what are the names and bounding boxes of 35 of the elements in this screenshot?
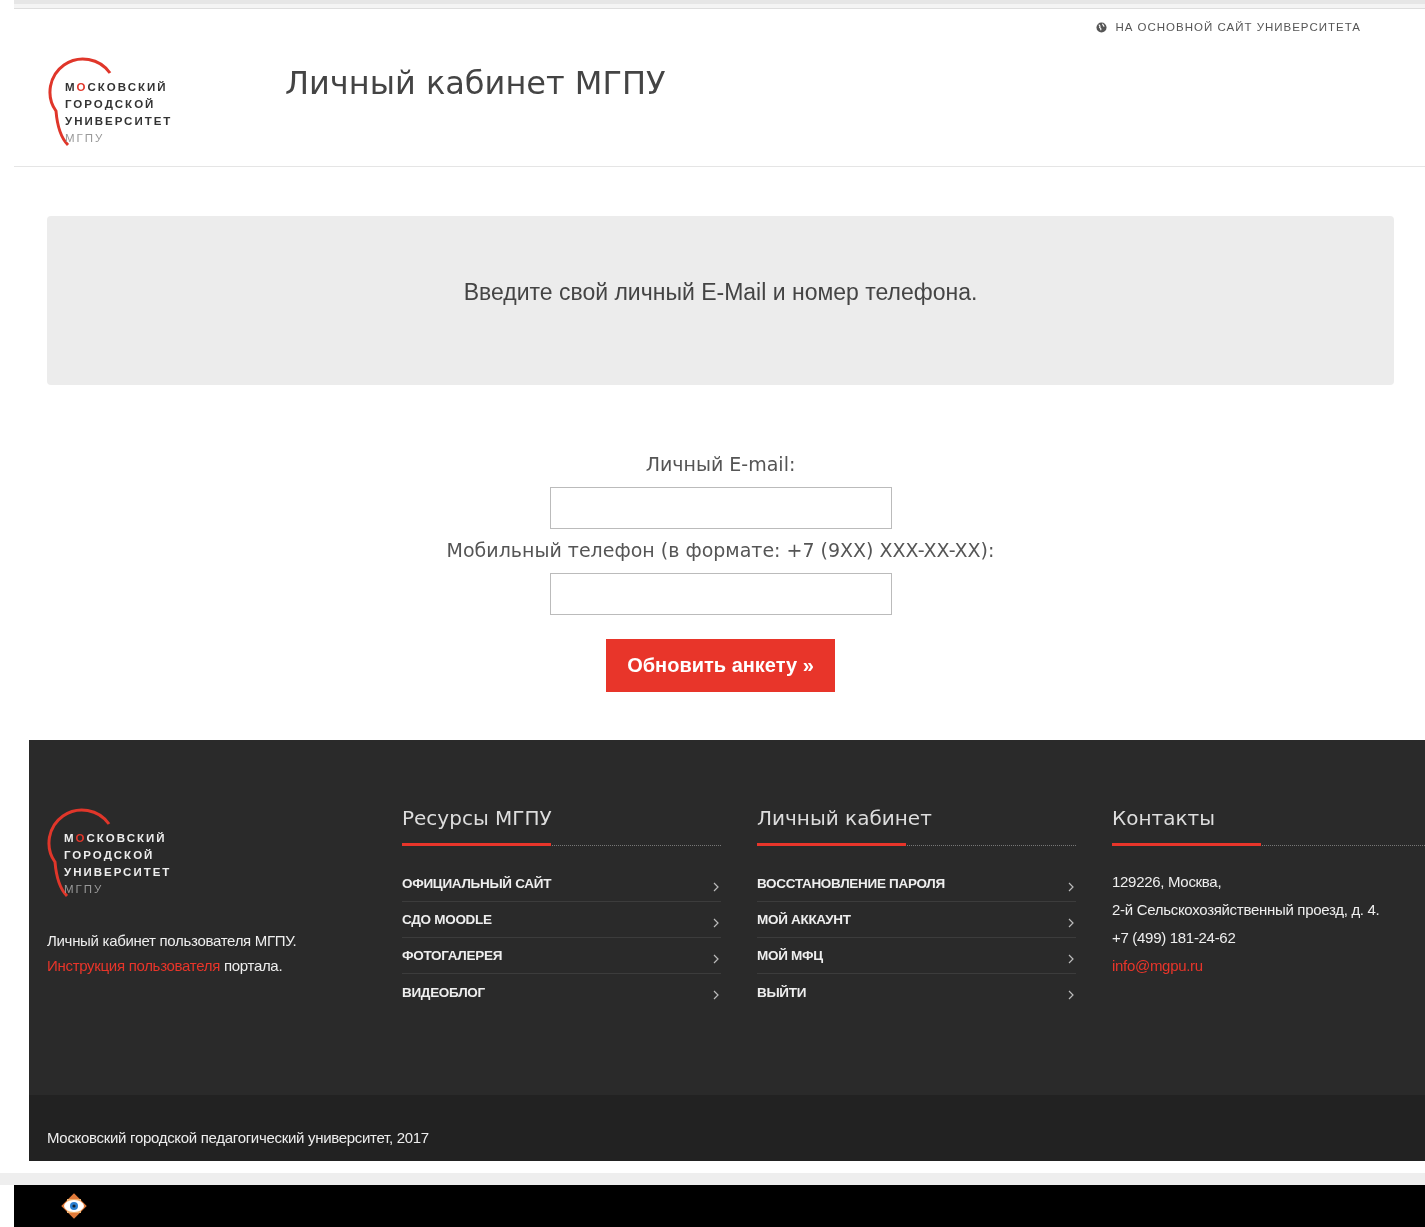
university-logo[interactable]: М О СКОВСКИЙ ГОРОДСКОЙ УНИВЕРСИТЕТ МГПУ	[48, 55, 205, 147]
chevron-icon	[1068, 953, 1074, 964]
footer-link[interactable]: МОЙ МФЦ	[757, 938, 1076, 974]
field-label: Личный E-mail:	[645, 453, 796, 475]
contact-line: 129226, Москва,	[1112, 872, 1223, 892]
chevron-icon	[1068, 881, 1074, 892]
input-field[interactable]	[549, 573, 892, 615]
contact-line: 2-й Сельскохозяйственный проезд, д. 4.	[1112, 900, 1381, 920]
chevron-icon	[713, 953, 719, 964]
main-site-link[interactable]: НА ОСНОВНОЙ САЙТ УНИВЕРСИТЕТА	[1096, 21, 1361, 33]
footer-link[interactable]: МОЙ АККАУНТ	[757, 902, 1076, 938]
globe-icon	[1096, 21, 1108, 33]
copyright-text: Московский городской педагогический университет, 2017	[47, 1128, 429, 1146]
university-logo[interactable]: М О СКОВСКИЙ ГОРОДСКОЙ УНИВЕРСИТЕТ МГПУ	[47, 806, 204, 898]
footer-link[interactable]: ФОТОГАЛЕРЕЯ	[402, 938, 721, 974]
page-title: Личный кабинет МГПУ	[285, 64, 666, 102]
column-heading: Контакты	[1112, 806, 1216, 830]
footer-link[interactable]: ВЫЙТИ	[757, 974, 1076, 1010]
notice-text: Введите свой личный E-Mail и номер телефона.	[463, 279, 978, 306]
chevron-icon	[713, 881, 719, 892]
column-heading: Ресурсы МГПУ	[402, 806, 553, 830]
chevron-icon	[1068, 917, 1074, 928]
submit-button[interactable]: Обновить анкету »	[606, 639, 835, 692]
chevron-icon	[713, 917, 719, 928]
chevron-icon	[1068, 990, 1074, 1000]
contact-line: +7 (499) 181-24-62	[1112, 928, 1237, 948]
column-heading: Личный кабинет	[757, 806, 933, 830]
about-text: Личный кабинет пользователя МГПУ. Инструкция пользователя портала.	[47, 931, 298, 976]
input-field[interactable]	[549, 487, 892, 529]
footer-link[interactable]: ВОССТАНОВЛЕНИЕ ПАРОЛЯ	[757, 866, 1076, 902]
field-label: Мобильный телефон (в формате: +7 (9XX) XXX-XX-XX):	[446, 539, 995, 561]
footer-link[interactable]: СДО MOODLE	[402, 902, 721, 938]
footer-link[interactable]: ОФИЦИАЛЬНЫЙ САЙТ	[402, 866, 721, 902]
chevron-icon	[713, 990, 719, 1000]
footer-link[interactable]: ВИДЕОБЛОГ	[402, 974, 721, 1010]
